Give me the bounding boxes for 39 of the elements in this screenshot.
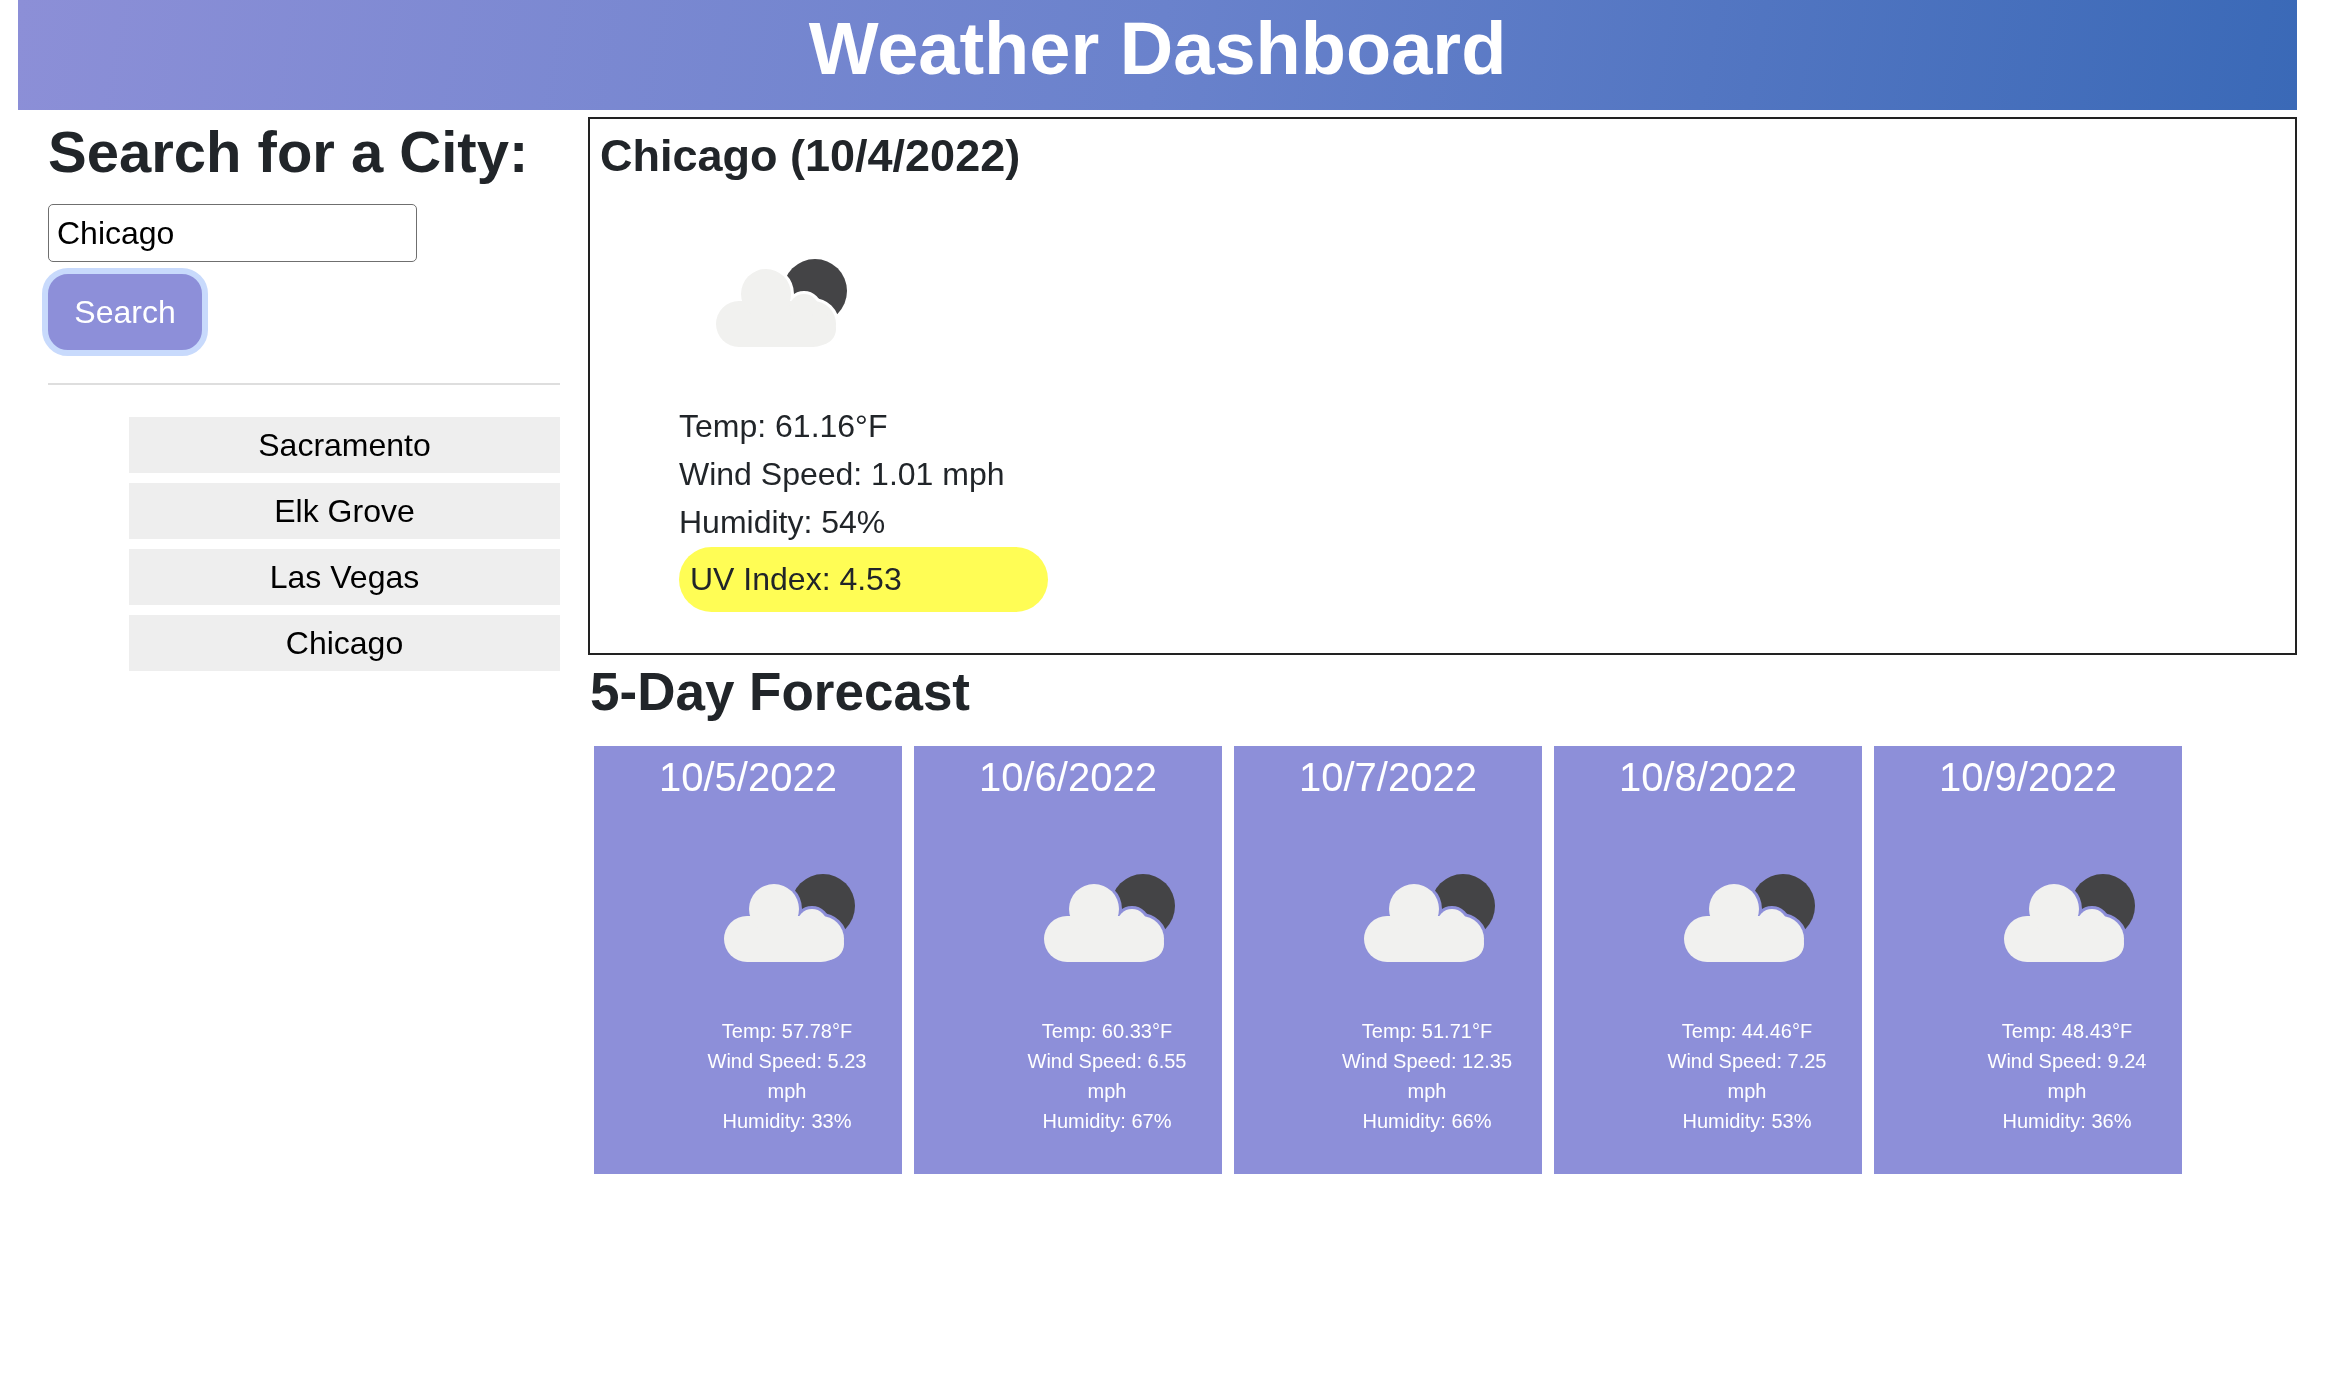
current-city-title: Chicago (10/4/2022) [600, 129, 1022, 183]
forecast-date: 10/8/2022 [1618, 754, 1798, 801]
history-city-button[interactable]: Las Vegas [129, 549, 560, 605]
cloud-moon-icon [724, 874, 856, 962]
forecast-heading: 5-Day Forecast [590, 661, 971, 723]
forecast-detail: Humidity: 33% [721, 1109, 853, 1134]
page-title: Weather Dashboard [808, 6, 1507, 92]
forecast-detail: Humidity: 66% [1361, 1109, 1493, 1134]
forecast-detail: Wind Speed: 6.55 mph [1026, 1049, 1188, 1104]
forecast-detail: Humidity: 67% [1041, 1109, 1173, 1134]
cloud-moon-icon [1364, 874, 1496, 962]
city-input[interactable]: Chicago [48, 204, 417, 262]
history-city-button[interactable]: Chicago [129, 615, 560, 671]
forecast-detail: Temp: 57.78°F [720, 1019, 854, 1044]
weather-detail: Humidity: 54% [679, 503, 887, 542]
forecast-detail: Temp: 60.33°F [1040, 1019, 1174, 1044]
forecast-detail: Wind Speed: 7.25 mph [1666, 1049, 1828, 1104]
search-heading: Search for a City: [48, 118, 529, 186]
forecast-detail: Temp: 44.46°F [1680, 1019, 1814, 1044]
forecast-detail: Humidity: 53% [1681, 1109, 1813, 1134]
forecast-detail: Temp: 48.43°F [2000, 1019, 2134, 1044]
forecast-date: 10/9/2022 [1938, 754, 2118, 801]
forecast-date: 10/5/2022 [658, 754, 838, 801]
forecast-date: 10/7/2022 [1298, 754, 1478, 801]
forecast-detail: Humidity: 36% [2001, 1109, 2133, 1134]
history-city-button[interactable]: Elk Grove [129, 483, 560, 539]
cloud-moon-icon [1684, 874, 1816, 962]
cloud-moon-icon [716, 259, 848, 347]
forecast-date: 10/6/2022 [978, 754, 1158, 801]
cloud-moon-icon [1044, 874, 1176, 962]
forecast-detail: Wind Speed: 12.35 mph [1340, 1049, 1514, 1104]
forecast-detail: Temp: 51.71°F [1360, 1019, 1494, 1044]
cloud-moon-icon [2004, 874, 2136, 962]
weather-detail: Temp: 61.16°F [679, 407, 889, 446]
weather-detail: Wind Speed: 1.01 mph [679, 455, 1006, 494]
history-city-button[interactable]: Sacramento [129, 417, 560, 473]
forecast-detail: Wind Speed: 9.24 mph [1986, 1049, 2148, 1104]
forecast-detail: Wind Speed: 5.23 mph [706, 1049, 868, 1104]
uv-index-badge: UV Index: 4.53 [679, 547, 1048, 612]
